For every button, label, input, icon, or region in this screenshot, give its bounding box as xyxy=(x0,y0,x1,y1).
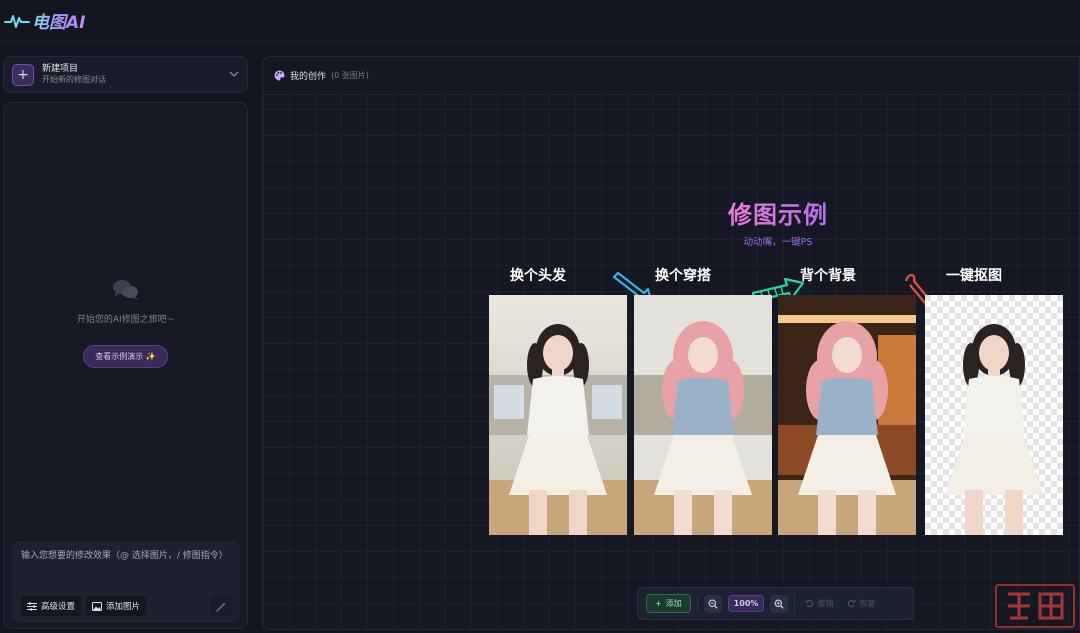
toolbar-divider xyxy=(794,595,796,612)
add-label: 添加 xyxy=(665,599,682,608)
canvas-header: 我的创作 (0 张图片) xyxy=(263,57,1079,95)
empty-state: 开始您的AI修图之旅吧~ 查看示例演示 ✨ xyxy=(4,278,247,368)
advanced-settings-label: 高级设置 xyxy=(41,602,76,612)
example-photo-cutout xyxy=(925,295,1063,535)
image-icon xyxy=(92,601,103,611)
example-title: 修图示例 xyxy=(718,195,838,230)
add-image-button[interactable]: 添加图片 xyxy=(86,596,147,616)
zoom-level[interactable]: 100% xyxy=(727,595,765,612)
chat-panel: 开始您的AI修图之旅吧~ 查看示例演示 ✨ 输入您想要的修改效果（@ 选择图片，… xyxy=(3,102,248,629)
example-photo-outfit xyxy=(634,295,772,535)
canvas-title: 我的创作 xyxy=(290,72,327,82)
prompt-placeholder: 输入您想要的修改效果（@ 选择图片，/ 修图指令） xyxy=(21,551,228,561)
app-logo[interactable]: 电图AI xyxy=(4,8,85,33)
undo-label: 撤销 xyxy=(817,599,834,608)
sliders-icon xyxy=(27,601,37,611)
prompt-input[interactable]: 输入您想要的修改效果（@ 选择图片，/ 修图指令） 高级设置 添加图片 xyxy=(12,541,240,623)
plus-icon: + xyxy=(655,599,662,608)
heartbeat-icon xyxy=(4,14,30,28)
view-demo-button[interactable]: 查看示例演示 ✨ xyxy=(83,345,168,368)
new-project-subtitle: 开始新的修图对话 xyxy=(42,75,106,85)
chat-bubbles-icon xyxy=(111,278,141,306)
zoom-in-icon[interactable] xyxy=(770,594,789,613)
image-count: (0 张图片) xyxy=(331,71,369,80)
step-label-hair: 换个头发 xyxy=(488,265,588,285)
example-subtitle: 动动嘴，一键PS xyxy=(743,237,813,248)
logo-text: 电图AI xyxy=(32,8,85,33)
magic-wand-icon[interactable] xyxy=(210,596,232,616)
example-photo-original xyxy=(489,295,627,535)
undo-button[interactable]: 撤销 xyxy=(801,598,837,609)
palette-icon xyxy=(274,70,285,81)
canvas-toolbar: + 添加 100% 撤销 恢复 xyxy=(637,587,914,620)
top-bar: 电图AI xyxy=(0,0,1080,42)
redo-icon xyxy=(848,599,857,608)
canvas-panel: 我的创作 (0 张图片) 修图示例 动动嘴，一键PS 换个头发 换个穿搭 背个背… xyxy=(262,56,1080,630)
add-button[interactable]: + 添加 xyxy=(646,594,691,613)
chevron-down-icon[interactable] xyxy=(229,69,239,80)
empty-state-text: 开始您的AI修图之旅吧~ xyxy=(76,315,175,325)
watermark-stamp xyxy=(995,584,1075,628)
plus-icon: + xyxy=(12,63,34,86)
redo-label: 恢复 xyxy=(859,599,876,608)
advanced-settings-button[interactable]: 高级设置 xyxy=(21,596,82,616)
new-project-title: 新建项目 xyxy=(42,64,79,75)
example-photo-background xyxy=(778,295,916,535)
redo-button[interactable]: 恢复 xyxy=(843,598,879,609)
add-image-label: 添加图片 xyxy=(106,602,141,612)
new-project-card[interactable]: + 新建项目 开始新的修图对话 xyxy=(3,56,248,93)
undo-icon xyxy=(805,599,814,608)
zoom-out-icon[interactable] xyxy=(703,594,722,613)
toolbar-divider xyxy=(696,595,698,612)
